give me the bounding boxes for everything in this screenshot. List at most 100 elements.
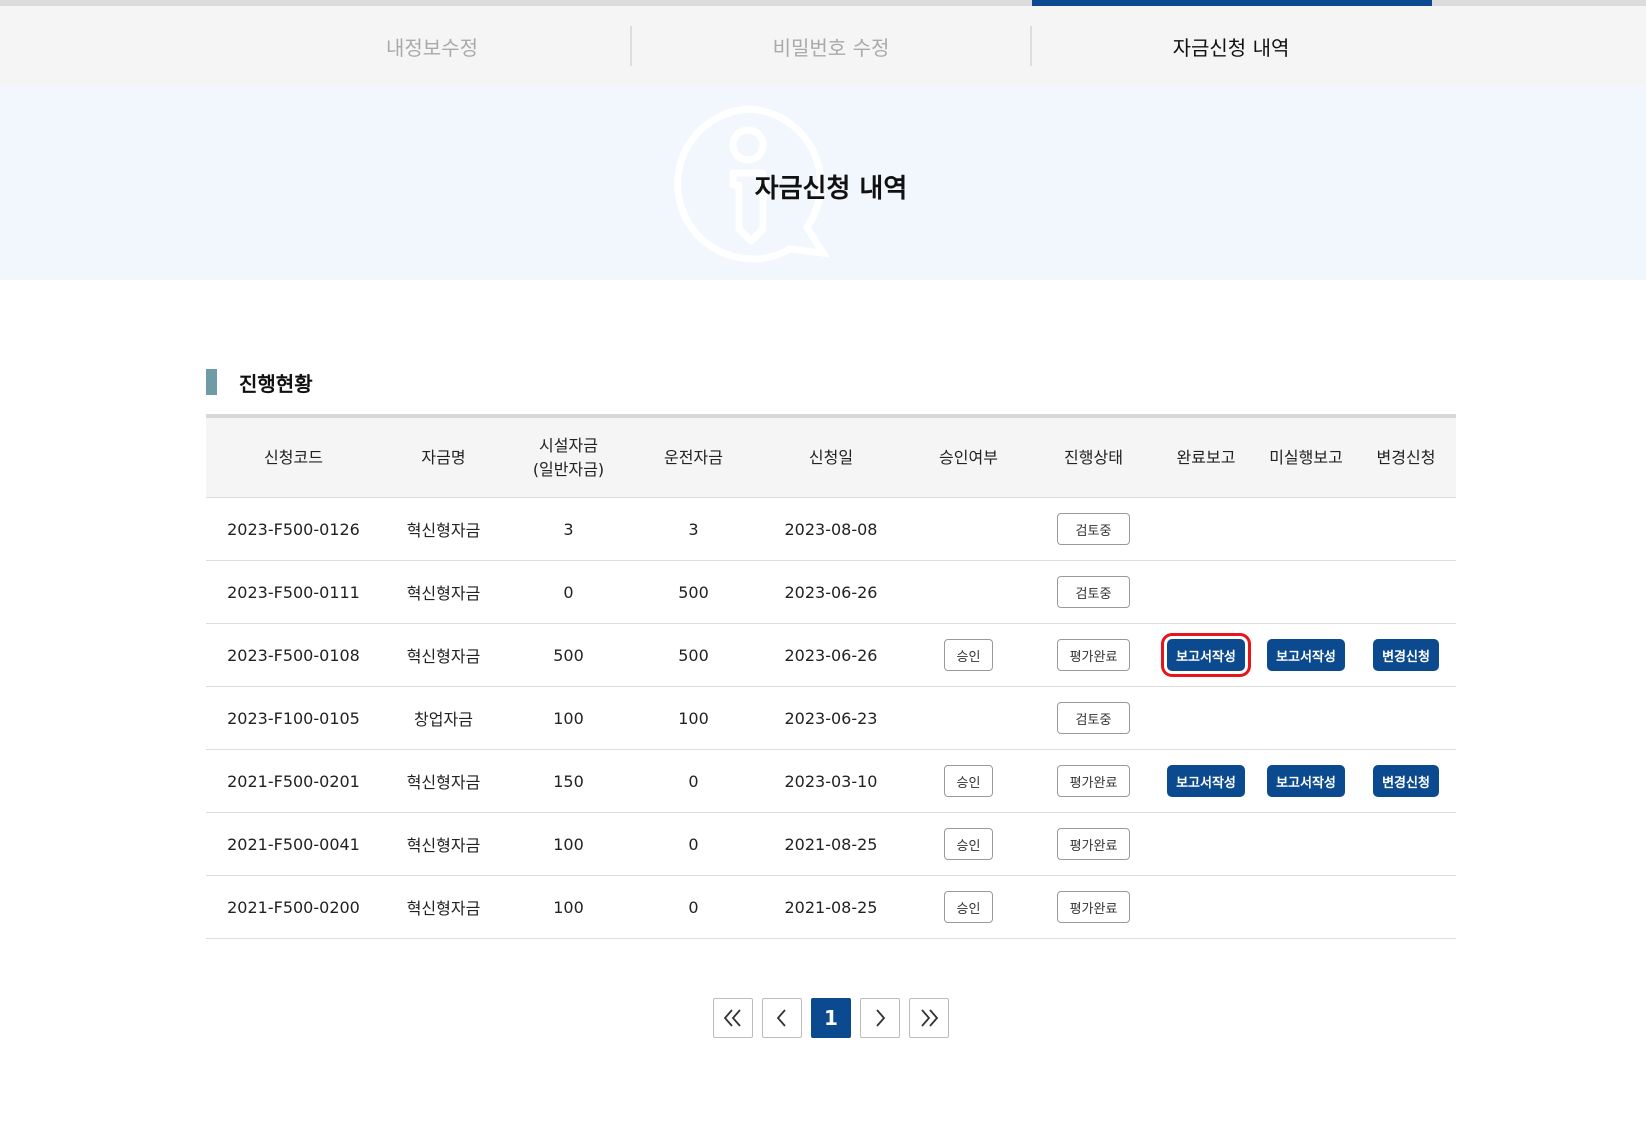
- top-tab-bar: 내정보수정 비밀번호 수정 자금신청 내역: [0, 0, 1646, 86]
- page-number-button[interactable]: 1: [811, 998, 851, 1038]
- table-header: 신청코드 자금명 시설자금 (일반자금) 운전자금 신청일 승인여부 진행상태 …: [206, 414, 1456, 498]
- status-button[interactable]: 평가완료: [1056, 765, 1131, 797]
- status-button[interactable]: 평가완료: [1056, 828, 1131, 860]
- status-button[interactable]: 평가완료: [1056, 639, 1131, 671]
- header-completion-report: 완료보고: [1176, 447, 1236, 467]
- cell-fund-name: 창업자금: [414, 710, 473, 729]
- cell-approval: 승인: [906, 813, 1031, 875]
- header-nonexecution-report: 미실행보고: [1269, 447, 1343, 467]
- cell-facility-fund: 100: [553, 834, 584, 854]
- header-facility-fund: 시설자금 (일반자금): [532, 435, 605, 479]
- nonexecution-report-write-button[interactable]: 보고서작성: [1267, 765, 1345, 797]
- prev-page-icon: [776, 1009, 786, 1027]
- first-page-button[interactable]: [713, 998, 753, 1038]
- header-code: 신청코드: [264, 447, 323, 467]
- table-row: 2023-F500-0126 혁신형자금 3 3 2023-08-08 검토중: [206, 498, 1456, 561]
- table-row: 2021-F500-0041 혁신형자금 100 0 2021-08-25 승인…: [206, 813, 1456, 876]
- section-header: 진행현황: [206, 369, 313, 396]
- tab-edit-profile[interactable]: 내정보수정: [232, 6, 632, 86]
- status-button[interactable]: 검토중: [1056, 513, 1131, 545]
- header-approval: 승인여부: [939, 447, 998, 467]
- cell-approval: 승인: [906, 624, 1031, 686]
- cell-facility-fund: 0: [563, 582, 574, 602]
- change-request-button[interactable]: 변경신청: [1373, 639, 1439, 671]
- cell-code: 2021-F500-0200: [227, 897, 360, 917]
- cell-approval: 승인: [906, 750, 1031, 812]
- tab-fund-application-history[interactable]: 자금신청 내역: [1031, 6, 1431, 86]
- cell-fund-name: 혁신형자금: [406, 521, 481, 540]
- completion-report-write-button[interactable]: 보고서작성: [1167, 765, 1245, 797]
- last-page-button[interactable]: [909, 998, 949, 1038]
- pagination: 1: [0, 998, 1646, 1038]
- cell-operating-fund: 500: [678, 582, 709, 602]
- approval-badge[interactable]: 승인: [943, 828, 994, 860]
- cell-nonexecution-report: 보고서작성: [1256, 624, 1356, 686]
- change-request-button[interactable]: 변경신청: [1373, 765, 1439, 797]
- cell-operating-fund: 100: [678, 708, 709, 728]
- cell-nonexecution-report: 보고서작성: [1256, 750, 1356, 812]
- cell-status: 검토중: [1031, 561, 1156, 623]
- cell-code: 2023-F500-0111: [227, 582, 360, 602]
- cell-status: 검토중: [1031, 498, 1156, 560]
- status-button[interactable]: 평가완료: [1056, 891, 1131, 923]
- completion-report-write-button[interactable]: 보고서작성: [1161, 633, 1251, 677]
- cell-date: 2023-08-08: [784, 519, 878, 539]
- cell-facility-fund: 150: [553, 771, 584, 791]
- table-row: 2023-F500-0111 혁신형자금 0 500 2023-06-26 검토…: [206, 561, 1456, 624]
- tab-change-password[interactable]: 비밀번호 수정: [631, 6, 1031, 86]
- status-button[interactable]: 검토중: [1056, 702, 1131, 734]
- cell-operating-fund: 500: [678, 645, 709, 665]
- cell-change-request: 변경신청: [1356, 624, 1456, 686]
- header-fund-name: 자금명: [421, 447, 466, 467]
- cell-status: 평가완료: [1031, 624, 1156, 686]
- header-change-request: 변경신청: [1376, 447, 1436, 467]
- approval-badge[interactable]: 승인: [943, 891, 994, 923]
- cell-status: 평가완료: [1031, 750, 1156, 812]
- page-banner: 자금신청 내역: [0, 86, 1646, 280]
- cell-fund-name: 혁신형자금: [406, 836, 481, 855]
- fund-application-table: 신청코드 자금명 시설자금 (일반자금) 운전자금 신청일 승인여부 진행상태 …: [206, 414, 1456, 939]
- first-page-icon: [723, 1009, 741, 1027]
- cell-code: 2023-F500-0126: [227, 519, 360, 539]
- next-page-icon: [876, 1009, 886, 1027]
- cell-code: 2021-F500-0041: [227, 834, 360, 854]
- next-page-button[interactable]: [860, 998, 900, 1038]
- cell-approval: 승인: [906, 876, 1031, 938]
- cell-fund-name: 혁신형자금: [406, 773, 481, 792]
- cell-completion-report: 보고서작성: [1156, 624, 1256, 686]
- cell-operating-fund: 3: [688, 519, 699, 539]
- table-row: 2023-F100-0105 창업자금 100 100 2023-06-23 검…: [206, 687, 1456, 750]
- approval-badge[interactable]: 승인: [943, 765, 994, 797]
- cell-status: 평가완료: [1031, 813, 1156, 875]
- page-title: 자금신청 내역: [754, 174, 908, 204]
- section-title: 진행현황: [239, 371, 313, 396]
- cell-facility-fund: 3: [563, 519, 574, 539]
- cell-facility-fund: 100: [553, 897, 584, 917]
- cell-status: 평가완료: [1031, 876, 1156, 938]
- cell-change-request: 변경신청: [1356, 750, 1456, 812]
- cell-date: 2021-08-25: [784, 834, 878, 854]
- cell-operating-fund: 0: [688, 771, 699, 791]
- cell-completion-report: 보고서작성: [1156, 750, 1256, 812]
- cell-facility-fund: 500: [553, 645, 584, 665]
- table-row: 2021-F500-0201 혁신형자금 150 0 2023-03-10 승인…: [206, 750, 1456, 813]
- header-operating-fund: 운전자금: [664, 447, 723, 467]
- cell-fund-name: 혁신형자금: [406, 899, 481, 918]
- cell-fund-name: 혁신형자금: [406, 647, 481, 666]
- cell-code: 2023-F100-0105: [227, 708, 360, 728]
- cell-facility-fund: 100: [553, 708, 584, 728]
- prev-page-button[interactable]: [762, 998, 802, 1038]
- approval-badge[interactable]: 승인: [943, 639, 994, 671]
- cell-date: 2023-06-23: [784, 708, 878, 728]
- cell-code: 2021-F500-0201: [227, 771, 360, 791]
- cell-status: 검토중: [1031, 687, 1156, 749]
- status-button[interactable]: 검토중: [1056, 576, 1131, 608]
- table-row: 2023-F500-0108 혁신형자금 500 500 2023-06-26 …: [206, 624, 1456, 687]
- section-bar: [206, 369, 217, 395]
- nonexecution-report-write-button[interactable]: 보고서작성: [1267, 639, 1345, 671]
- last-page-icon: [921, 1009, 939, 1027]
- cell-date: 2021-08-25: [784, 897, 878, 917]
- cell-code: 2023-F500-0108: [227, 645, 360, 665]
- cell-fund-name: 혁신형자금: [406, 584, 481, 603]
- cell-operating-fund: 0: [688, 897, 699, 917]
